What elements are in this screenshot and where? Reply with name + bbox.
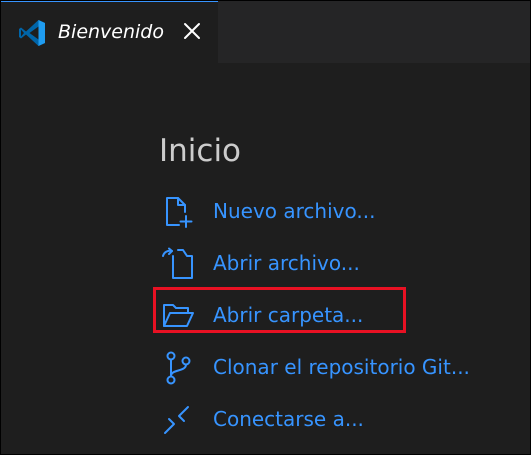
tab-welcome[interactable]: Bienvenido [1,1,218,63]
open-folder-label: Abrir carpeta... [213,303,364,327]
new-file-link[interactable]: Nuevo archivo... [159,191,499,231]
open-folder-icon [161,299,195,333]
open-folder-link[interactable]: Abrir carpeta... [159,295,499,335]
tab-title: Bienvenido [58,21,164,43]
vscode-logo-icon [17,18,47,48]
tab-bar: Bienvenido [1,1,530,63]
git-branch-icon [161,351,195,385]
open-file-icon [161,247,195,281]
start-heading: Inicio [159,133,242,169]
clone-repo-label: Clonar el repositorio Git... [213,355,470,379]
open-file-link[interactable]: Abrir archivo... [159,243,499,283]
remote-connect-icon [161,403,195,437]
clone-repo-link[interactable]: Clonar el repositorio Git... [159,347,499,387]
close-icon[interactable] [181,20,203,42]
editor-window: Bienvenido Inicio Nuevo archivo... Abrir… [0,0,531,455]
new-file-label: Nuevo archivo... [213,199,376,223]
connect-to-link[interactable]: Conectarse a... [159,399,499,439]
connect-to-label: Conectarse a... [213,407,364,431]
welcome-page: Inicio Nuevo archivo... Abrir archivo...… [1,63,530,454]
new-file-icon [161,195,195,229]
open-file-label: Abrir archivo... [213,251,360,275]
